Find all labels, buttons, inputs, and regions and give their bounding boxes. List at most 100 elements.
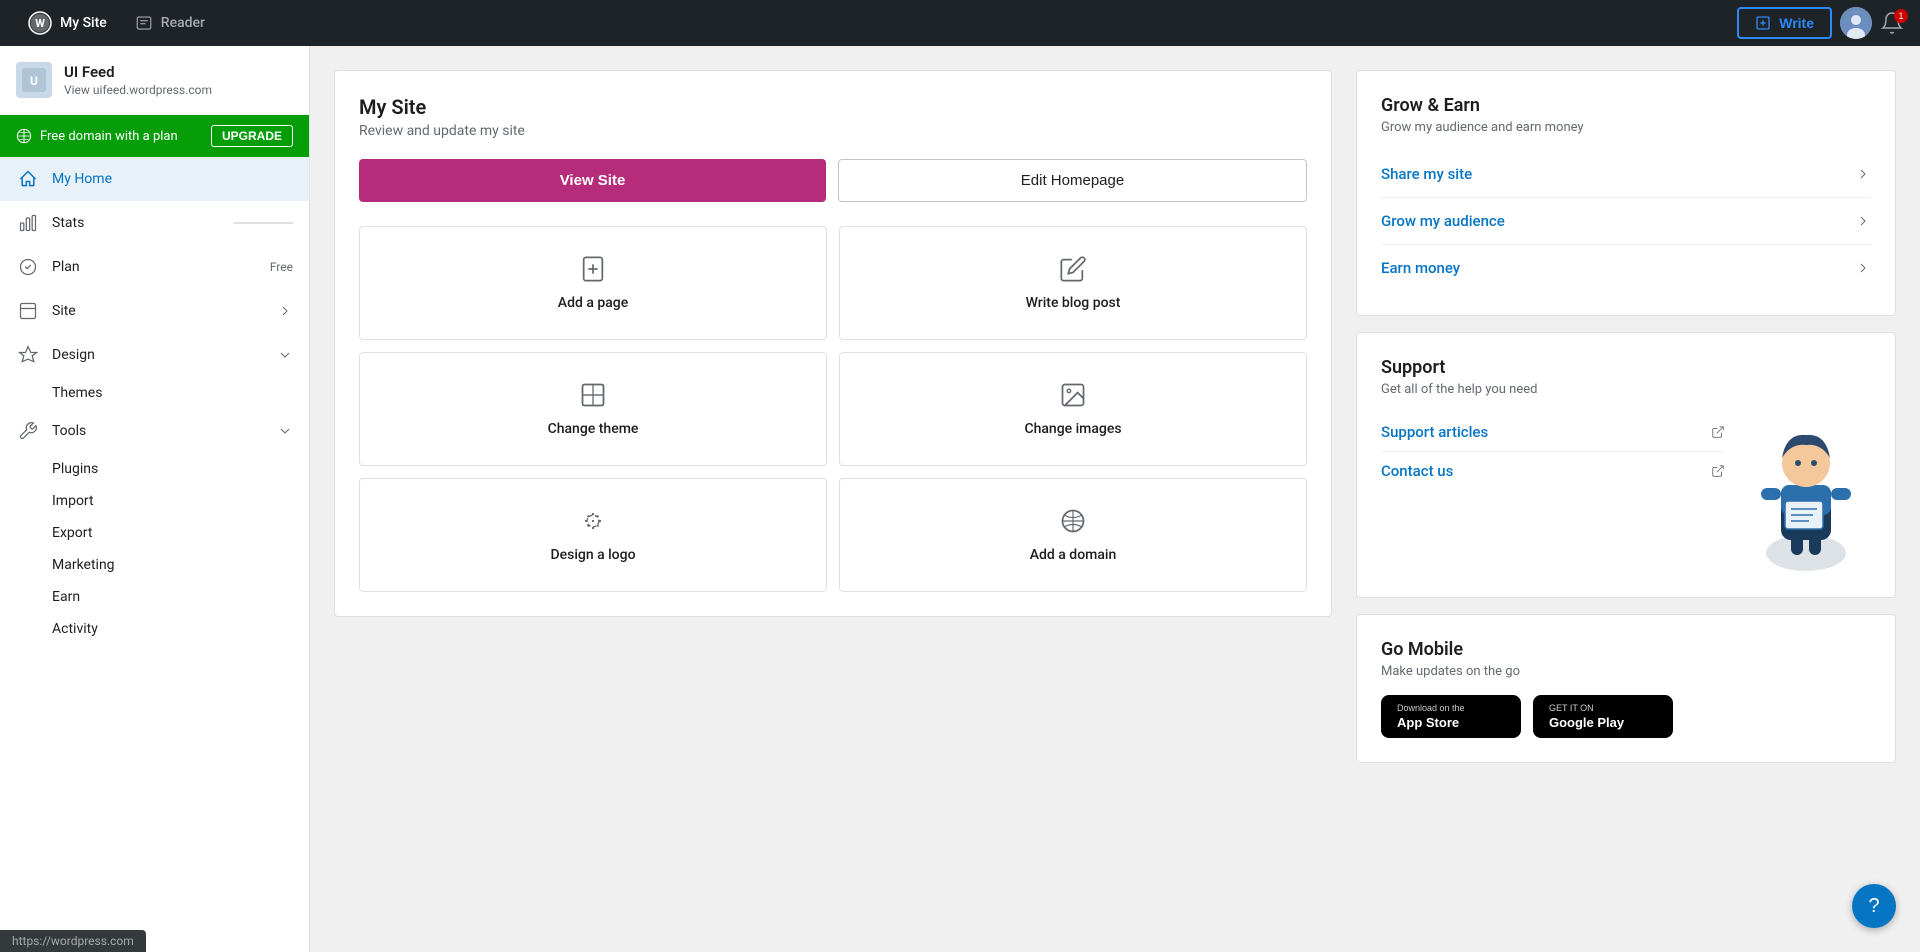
reader-icon <box>135 14 153 32</box>
app-store-button[interactable]: Download on the App Store <box>1381 695 1521 738</box>
tile-design-logo[interactable]: Design a logo <box>359 478 827 592</box>
go-mobile-title: Go Mobile <box>1381 639 1871 660</box>
site-details: UI Feed View uifeed.wordpress.com <box>64 63 212 97</box>
support-articles-label: Support articles <box>1381 423 1488 441</box>
grow-my-audience-label: Grow my audience <box>1381 212 1505 230</box>
tile-write-blog-post[interactable]: Write blog post <box>839 226 1307 340</box>
upgrade-banner[interactable]: Free domain with a plan UPGRADE <box>0 115 309 157</box>
svg-text:U: U <box>30 74 38 88</box>
home-icon <box>16 167 40 191</box>
help-fab-button[interactable]: ? <box>1852 884 1896 928</box>
tools-chevron-down <box>277 423 293 439</box>
add-domain-icon <box>1059 507 1087 535</box>
earn-money-chevron <box>1855 260 1871 276</box>
site-avatar: U <box>16 62 52 98</box>
external-link-icon-2 <box>1711 464 1725 478</box>
avatar-icon <box>1840 7 1872 39</box>
go-mobile-subtitle: Make updates on the go <box>1381 664 1871 679</box>
user-avatar[interactable] <box>1840 7 1872 39</box>
grow-earn-panel: Grow & Earn Grow my audience and earn mo… <box>1356 70 1896 316</box>
external-link-icon-1 <box>1711 425 1725 439</box>
sidebar-item-marketing[interactable]: Marketing <box>0 549 309 581</box>
design-chevron-down <box>277 347 293 363</box>
action-tiles-grid: Add a page Write blog post <box>359 226 1307 592</box>
sidebar-item-earn[interactable]: Earn <box>0 581 309 613</box>
support-links: Support articles Contact us <box>1381 413 1725 490</box>
domain-icon <box>16 128 32 144</box>
layout: U UI Feed View uifeed.wordpress.com Free… <box>0 0 1920 952</box>
plan-icon <box>16 255 40 279</box>
google-play-name: Google Play <box>1549 715 1624 730</box>
sidebar-item-export[interactable]: Export <box>0 517 309 549</box>
grow-my-audience-chevron <box>1855 213 1871 229</box>
write-button[interactable]: Write <box>1737 7 1832 39</box>
support-articles-row[interactable]: Support articles <box>1381 413 1725 452</box>
support-illustration <box>1741 413 1871 573</box>
reader-label: Reader <box>161 15 205 31</box>
sidebar-item-import[interactable]: Import <box>0 485 309 517</box>
tools-icon <box>16 419 40 443</box>
sidebar-nav: My Home Stats <box>0 157 309 645</box>
tile-add-domain-label: Add a domain <box>1030 547 1117 563</box>
google-play-button[interactable]: GET IT ON Google Play <box>1533 695 1673 738</box>
sidebar-item-stats[interactable]: Stats <box>0 201 309 245</box>
sidebar-item-plan[interactable]: Plan Free <box>0 245 309 289</box>
topnav: W My Site Reader Write <box>0 0 1920 46</box>
contact-us-label: Contact us <box>1381 462 1453 480</box>
upgrade-button[interactable]: UPGRADE <box>211 125 293 147</box>
tile-design-logo-label: Design a logo <box>550 547 635 563</box>
tile-change-theme[interactable]: Change theme <box>359 352 827 466</box>
sidebar-item-themes[interactable]: Themes <box>0 377 309 409</box>
status-url: https://wordpress.com <box>12 934 134 948</box>
status-bar: https://wordpress.com <box>0 930 146 952</box>
sidebar-item-site-label: Site <box>52 303 265 319</box>
go-mobile-panel: Go Mobile Make updates on the go Downloa… <box>1356 614 1896 763</box>
store-buttons: Download on the App Store GET IT ON Goog… <box>1381 695 1871 738</box>
sidebar-item-my-home[interactable]: My Home <box>0 157 309 201</box>
contact-us-row[interactable]: Contact us <box>1381 452 1725 490</box>
sidebar: U UI Feed View uifeed.wordpress.com Free… <box>0 46 310 952</box>
topnav-right: Write 1 <box>1737 7 1904 39</box>
tile-add-page[interactable]: Add a page <box>359 226 827 340</box>
support-panel: Support Get all of the help you need Sup… <box>1356 332 1896 598</box>
edit-homepage-button[interactable]: Edit Homepage <box>838 159 1307 202</box>
main-content: My Site Review and update my site View S… <box>310 46 1920 952</box>
tile-add-domain[interactable]: Add a domain <box>839 478 1307 592</box>
change-images-icon <box>1059 381 1087 409</box>
sidebar-item-tools[interactable]: Tools <box>0 409 309 453</box>
site-action-buttons: View Site Edit Homepage <box>359 159 1307 202</box>
site-name: UI Feed <box>64 63 212 81</box>
stats-icon <box>16 211 40 235</box>
sidebar-item-design[interactable]: Design <box>0 333 309 377</box>
sidebar-item-activity[interactable]: Activity <box>0 613 309 645</box>
svg-text:W: W <box>35 17 45 30</box>
view-site-button[interactable]: View Site <box>359 159 826 202</box>
google-play-small-label: GET IT ON <box>1549 703 1594 713</box>
write-blog-icon <box>1059 255 1087 283</box>
my-site-card-subtitle: Review and update my site <box>359 123 1307 139</box>
change-theme-icon <box>579 381 607 409</box>
share-my-site-label: Share my site <box>1381 165 1472 183</box>
sidebar-item-site[interactable]: Site <box>0 289 309 333</box>
reader-tab[interactable]: Reader <box>123 6 217 40</box>
earn-money-row[interactable]: Earn money <box>1381 244 1871 291</box>
grow-my-audience-row[interactable]: Grow my audience <box>1381 197 1871 244</box>
sidebar-item-design-label: Design <box>52 347 265 363</box>
app-store-name: App Store <box>1397 715 1459 730</box>
share-my-site-row[interactable]: Share my site <box>1381 151 1871 197</box>
notifications-button[interactable]: 1 <box>1880 11 1904 35</box>
tile-change-theme-label: Change theme <box>548 421 639 437</box>
site-avatar-icon: U <box>22 68 46 92</box>
right-column: Grow & Earn Grow my audience and earn mo… <box>1356 70 1896 763</box>
sidebar-item-stats-label: Stats <box>52 215 221 231</box>
topnav-left: W My Site Reader <box>16 3 217 43</box>
my-site-nav-btn[interactable]: W My Site <box>16 3 119 43</box>
add-page-icon <box>579 255 607 283</box>
tile-change-images[interactable]: Change images <box>839 352 1307 466</box>
sidebar-item-plugins[interactable]: Plugins <box>0 453 309 485</box>
app-store-small-label: Download on the <box>1397 703 1465 713</box>
tile-add-page-label: Add a page <box>558 295 628 311</box>
tile-write-blog-label: Write blog post <box>1026 295 1121 311</box>
sidebar-item-plan-label: Plan <box>52 259 258 275</box>
support-title: Support <box>1381 357 1871 378</box>
